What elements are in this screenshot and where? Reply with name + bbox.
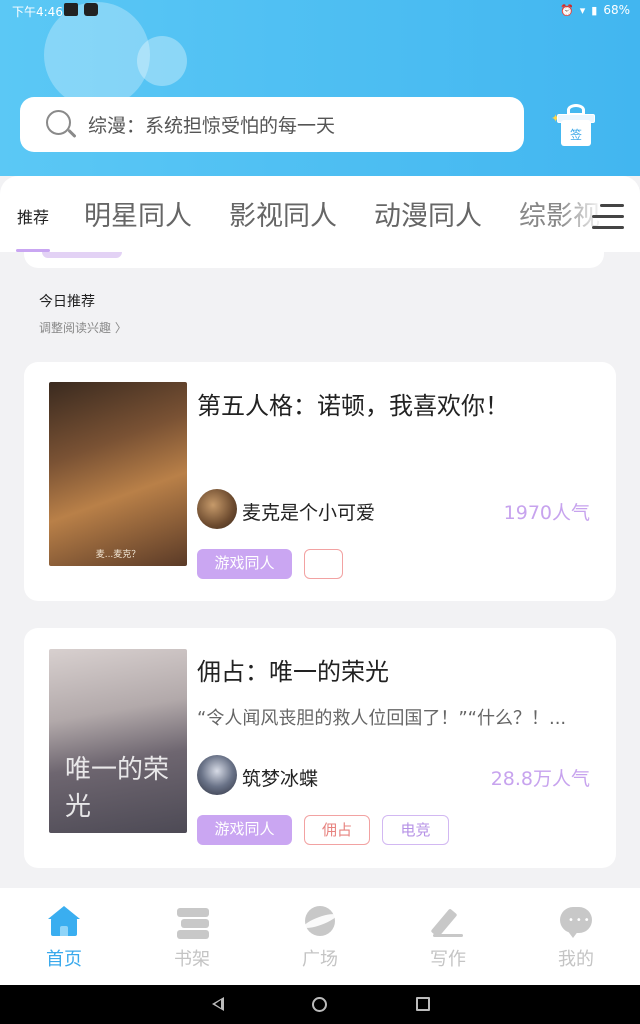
chat-bubble-icon: ••• (559, 904, 593, 938)
bottom-nav: 首页 书架 广场 写作 ••• 我的 (0, 888, 640, 985)
previous-card-pill (42, 252, 122, 258)
status-time: 下午4:46 (12, 5, 63, 19)
notification-app-icon (84, 3, 98, 16)
book-card[interactable]: 唯一的荣光 佣占：唯一的荣光 “令人闻风丧胆的救人位回国了！”“什么？！... … (24, 628, 616, 868)
pen-icon (430, 904, 465, 938)
recent-apps-icon[interactable] (416, 997, 430, 1011)
header: 下午4:46 ⏰ ▾ ▮ 68% 综漫：系统担惊受怕的每一天 ✦ 签 (0, 0, 640, 176)
sign-in-label: 签 (569, 128, 582, 142)
wifi-icon: ▾ (579, 3, 586, 17)
tag-pairing[interactable]: 佣占 (304, 815, 370, 845)
notification-app-icon (64, 3, 78, 16)
popularity-count: 1970人气 (503, 502, 590, 524)
category-tabs: 推荐 明星同人 影视同人 动漫同人 综影视 (0, 176, 640, 252)
cover-title-art: 唯一的荣光 (65, 755, 170, 822)
battery-level: 68% (603, 3, 630, 17)
sign-in-gift-button[interactable]: ✦ 签 (551, 104, 597, 148)
nav-write[interactable]: 写作 (384, 888, 512, 985)
book-title[interactable]: 佣占：唯一的荣光 (197, 652, 389, 687)
status-bar: 下午4:46 ⏰ ▾ ▮ 68% (0, 0, 640, 20)
book-title[interactable]: 第五人格：诺顿，我喜欢你！ (197, 386, 509, 421)
tab-anime-fanfic[interactable]: 动漫同人 (374, 194, 482, 233)
search-icon (46, 109, 77, 140)
nav-bookshelf[interactable]: 书架 (128, 888, 256, 985)
system-nav-bar (0, 985, 640, 1024)
book-cover[interactable]: 唯一的荣光 (49, 649, 187, 833)
nav-label: 写作 (430, 949, 466, 970)
nav-home[interactable]: 首页 (0, 888, 128, 985)
search-input[interactable]: 综漫：系统担惊受怕的每一天 (88, 111, 335, 138)
nav-label: 我的 (558, 949, 594, 970)
author-name[interactable]: 麦克是个小可爱 (242, 498, 375, 525)
decor-bubble (137, 36, 187, 86)
planet-icon (302, 904, 338, 938)
home-icon (47, 904, 81, 938)
back-icon[interactable] (212, 997, 224, 1011)
author-avatar[interactable] (197, 755, 237, 795)
search-bar[interactable]: 综漫：系统担惊受怕的每一天 (20, 97, 524, 152)
author-avatar[interactable] (197, 489, 237, 529)
alarm-icon: ⏰ (560, 3, 574, 17)
bookshelf-icon (175, 904, 209, 939)
popularity-count: 28.8万人气 (490, 768, 590, 790)
adjust-interests-link[interactable]: 调整阅读兴趣 〉 (39, 319, 127, 336)
nav-label: 首页 (46, 949, 82, 970)
section-title: 今日推荐 (39, 294, 95, 310)
author-name[interactable]: 筑梦冰蝶 (242, 764, 318, 791)
battery-icon: ▮ (591, 3, 598, 17)
tag-empty[interactable] (304, 549, 343, 579)
tag-game-fanfic[interactable]: 游戏同人 (197, 815, 292, 845)
home-circle-icon[interactable] (312, 997, 327, 1012)
book-description: “令人闻风丧胆的救人位回国了！”“什么？！... (197, 708, 567, 729)
book-cover[interactable]: 麦...麦克？ (49, 382, 187, 566)
nav-label: 广场 (302, 949, 338, 970)
tab-recommend[interactable]: 推荐 (17, 204, 49, 228)
tag-game-fanfic[interactable]: 游戏同人 (197, 549, 292, 579)
tab-celebrity-fanfic[interactable]: 明星同人 (84, 194, 192, 233)
nav-me[interactable]: ••• 我的 (512, 888, 640, 985)
nav-square[interactable]: 广场 (256, 888, 384, 985)
nav-label: 书架 (174, 949, 210, 970)
tab-film-tv-fanfic[interactable]: 影视同人 (229, 194, 337, 233)
cover-caption: 麦...麦克？ (95, 550, 141, 560)
book-card[interactable]: 麦...麦克？ 第五人格：诺顿，我喜欢你！ 麦克是个小可爱 1970人气 游戏同… (24, 362, 616, 601)
tag-esports[interactable]: 电竞 (382, 815, 449, 845)
menu-icon[interactable] (592, 202, 624, 232)
